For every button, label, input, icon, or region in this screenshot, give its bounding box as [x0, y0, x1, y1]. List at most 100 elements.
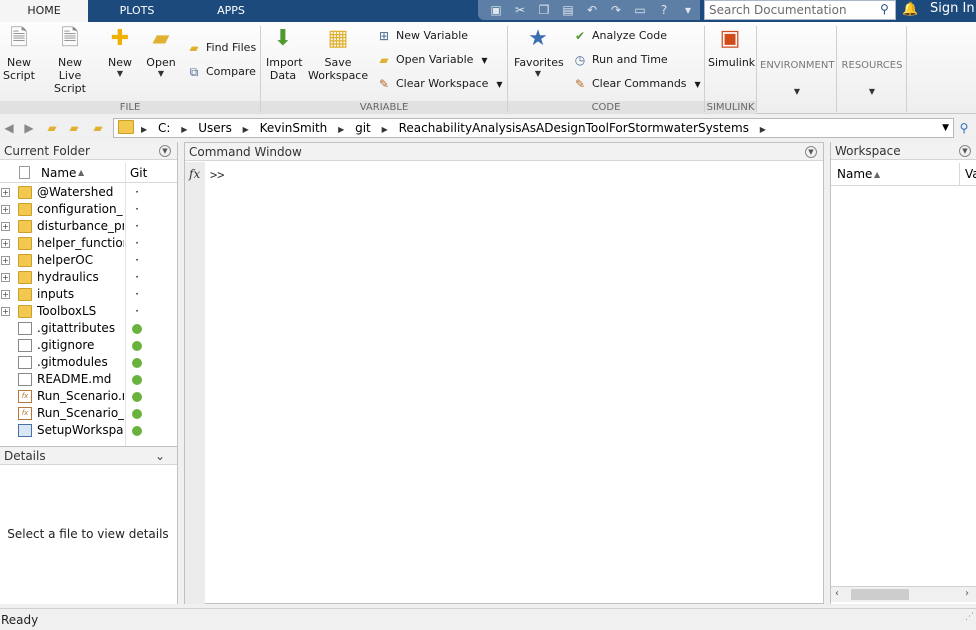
new-variable-button[interactable]: ⊞ New Variable	[376, 26, 468, 46]
file-name: inputs	[37, 287, 75, 301]
expand-icon[interactable]: +	[1, 256, 10, 265]
folder-icon	[18, 186, 32, 199]
more-icon[interactable]: ▾	[680, 2, 696, 18]
expand-icon[interactable]: +	[1, 290, 10, 299]
git-unmodified-icon	[132, 374, 142, 385]
import-data-button[interactable]: ⬇ Import Data	[266, 26, 303, 82]
ribbon: 🗎 New Script 🗎 New Live Script ✚ New ▼ ▰…	[0, 22, 976, 127]
search-documentation-input[interactable]: Search Documentation	[704, 0, 896, 20]
git-status: ·	[135, 287, 139, 301]
run-and-time-label: Run and Time	[592, 53, 668, 66]
list-item[interactable]: SetupWorkspa...	[0, 422, 177, 439]
clear-commands-button[interactable]: ✎ Clear Commands ▼	[572, 74, 701, 94]
list-item[interactable]: + @Watershed ·	[0, 184, 177, 201]
simulink-button[interactable]: ▣ Simulink	[708, 26, 755, 69]
expand-icon[interactable]: +	[1, 307, 10, 316]
import-data-icon: ⬇	[273, 26, 293, 51]
breadcrumb-item[interactable]: Users	[194, 119, 236, 137]
expand-icon[interactable]: +	[1, 273, 10, 282]
new-button[interactable]: ✚ New ▼	[104, 26, 136, 79]
function-browser-icon[interactable]: fx	[189, 167, 200, 181]
git-status: ·	[135, 202, 139, 216]
list-item[interactable]: + helperOC ·	[0, 252, 177, 269]
resources-button[interactable]: RESOURCES ▼	[838, 60, 906, 97]
expand-icon[interactable]: +	[1, 222, 10, 231]
forward-arrow-icon[interactable]: ▶	[21, 120, 37, 136]
expand-icon[interactable]: +	[1, 239, 10, 248]
back-arrow-icon[interactable]: ◀	[1, 120, 17, 136]
breadcrumb-item[interactable]: ReachabilityAnalysisAsADesignToolForStor…	[395, 119, 753, 137]
workspace-value-column-header[interactable]: Va	[965, 163, 976, 186]
git-status	[131, 371, 143, 388]
expand-icon[interactable]: +	[1, 205, 10, 214]
ribbon-separator	[507, 26, 508, 112]
open-button[interactable]: ▰ Open ▼	[144, 26, 178, 79]
git-status: ·	[135, 236, 139, 250]
list-item[interactable]: .gitattributes	[0, 320, 177, 337]
find-files-button[interactable]: ▰ Find Files	[186, 38, 256, 58]
name-column-header[interactable]: Name	[41, 163, 76, 183]
list-item[interactable]: .gitmodules	[0, 354, 177, 371]
panel-actions-icon[interactable]: ▼	[159, 145, 171, 157]
workspace-horizontal-scrollbar[interactable]: ‹ ›	[831, 586, 976, 602]
compare-button[interactable]: ⧉ Compare	[186, 62, 256, 82]
list-item[interactable]: fx Run_Scenario.m	[0, 388, 177, 405]
tab-plots[interactable]: PLOTS	[92, 0, 182, 22]
current-path-field[interactable]: ▶ C: ▶ Users ▶ KevinSmith ▶ git ▶ Reacha…	[113, 118, 954, 138]
browse-folder-icon[interactable]: ▰	[66, 120, 82, 136]
breadcrumb-item[interactable]: KevinSmith	[256, 119, 332, 137]
tab-home[interactable]: HOME	[0, 0, 88, 22]
list-item[interactable]: fx Run_Scenario_...	[0, 405, 177, 422]
list-item[interactable]: + configuration_... ·	[0, 201, 177, 218]
folder-icon	[18, 203, 32, 216]
run-and-time-button[interactable]: ◷ Run and Time	[572, 50, 668, 70]
sign-in-link[interactable]: Sign In	[930, 0, 975, 20]
panel-actions-icon[interactable]: ▼	[959, 145, 971, 157]
clear-workspace-button[interactable]: ✎ Clear Workspace ▼	[376, 74, 503, 94]
folder-options-icon[interactable]: ▰	[90, 120, 106, 136]
search-icon[interactable]: ⚲	[880, 2, 894, 16]
list-item[interactable]: + inputs ·	[0, 286, 177, 303]
up-folder-icon[interactable]: ▰	[44, 120, 60, 136]
clear-workspace-label: Clear Workspace	[396, 77, 489, 90]
git-column-header[interactable]: Git	[130, 163, 147, 183]
switch-windows-icon[interactable]: ▭	[632, 2, 648, 18]
list-item[interactable]: + disturbance_pr... ·	[0, 218, 177, 235]
list-item[interactable]: + helper_functions ·	[0, 235, 177, 252]
clear-workspace-dropdown-icon: ▼	[496, 80, 503, 89]
undo-icon[interactable]: ↶	[584, 2, 600, 18]
redo-icon[interactable]: ↷	[608, 2, 624, 18]
analyze-code-button[interactable]: ✔ Analyze Code	[572, 26, 667, 46]
scrollbar-thumb[interactable]	[851, 589, 909, 600]
save-icon[interactable]: ▣	[488, 2, 504, 18]
details-expand-chevron-icon[interactable]: ⌄	[155, 449, 165, 463]
paste-icon[interactable]: ▤	[560, 2, 576, 18]
workspace-name-column-header[interactable]: Name	[837, 163, 872, 186]
new-script-button[interactable]: 🗎 New Script	[2, 26, 36, 82]
help-icon[interactable]: ?	[656, 2, 672, 18]
search-folder-icon[interactable]: ⚲	[956, 120, 972, 136]
expand-icon[interactable]: +	[1, 188, 10, 197]
new-live-script-button[interactable]: 🗎 New Live Script	[42, 26, 98, 95]
path-dropdown-icon[interactable]: ▼	[942, 119, 949, 137]
tab-apps[interactable]: APPS	[186, 0, 276, 22]
list-item[interactable]: + ToolboxLS ·	[0, 303, 177, 320]
open-variable-button[interactable]: ▰ Open Variable ▼	[376, 50, 487, 70]
notification-bell-icon[interactable]: 🔔	[902, 2, 918, 18]
copy-icon[interactable]: ❐	[536, 2, 552, 18]
save-workspace-button[interactable]: ▦ Save Workspace	[308, 26, 368, 82]
list-item[interactable]: README.md	[0, 371, 177, 388]
breadcrumb-item[interactable]: C:	[154, 119, 174, 137]
breadcrumb-item[interactable]: git	[351, 119, 375, 137]
command-prompt[interactable]: >>	[210, 168, 224, 182]
resize-grip-icon[interactable]: ⋰	[965, 606, 974, 628]
cut-icon[interactable]: ✂	[512, 2, 528, 18]
list-item[interactable]: .gitignore	[0, 337, 177, 354]
list-item[interactable]: + hydraulics ·	[0, 269, 177, 286]
panel-actions-icon[interactable]: ▼	[805, 146, 817, 158]
scroll-right-icon[interactable]: ›	[965, 587, 969, 601]
environment-button[interactable]: ENVIRONMENT ▼	[760, 60, 834, 97]
scroll-left-icon[interactable]: ‹	[835, 587, 839, 601]
current-folder-title: Current Folder	[0, 142, 177, 160]
favorites-button[interactable]: ★ Favorites ▼	[514, 26, 564, 79]
